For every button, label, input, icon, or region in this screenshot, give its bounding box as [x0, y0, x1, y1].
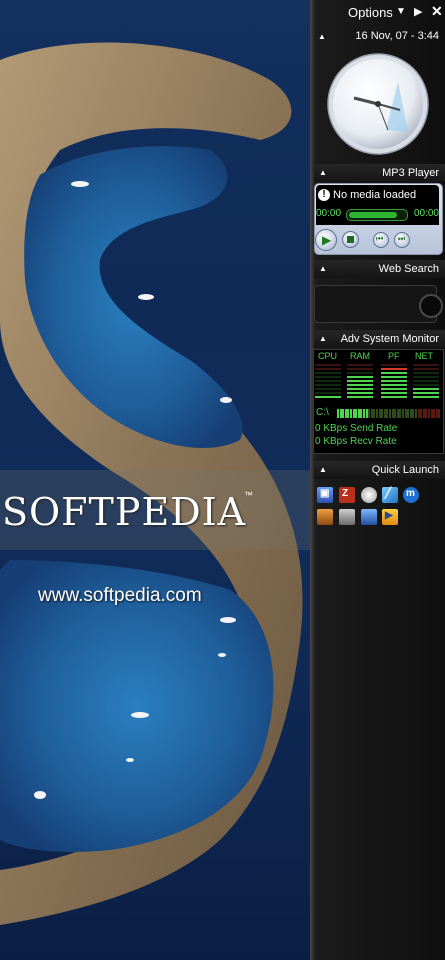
media-player-icon[interactable]: ▶ [382, 509, 398, 525]
my-computer-icon[interactable]: ▣ [317, 487, 333, 503]
net-meter-segment [413, 364, 439, 366]
mp3-collapse-icon[interactable]: ▲ [319, 168, 327, 177]
ram-meter-segment [347, 392, 373, 394]
next-page-icon[interactable]: ▶ [414, 5, 422, 18]
cpu-meter-segment [315, 388, 341, 390]
net-meter-segment [413, 372, 439, 374]
notepad-icon[interactable]: ╱ [382, 487, 398, 503]
ram-meter-segment [347, 368, 373, 370]
media-tool-icon[interactable] [317, 509, 333, 525]
web-search-collapse-icon[interactable]: ▲ [319, 264, 327, 273]
cpu-meter [315, 364, 341, 400]
ram-meter [347, 364, 373, 400]
cpu-meter-segment [315, 392, 341, 394]
pf-meter-segment [381, 372, 407, 374]
sysmon-label-net: NET [415, 351, 433, 361]
net-meter-segment [413, 388, 439, 390]
send-rate: 0 KBps Send Rate [315, 423, 398, 434]
ram-meter-segment [347, 396, 373, 398]
mp3-player-header[interactable]: ▲ MP3 Player [314, 164, 445, 182]
stop-icon [347, 236, 354, 243]
net-meter [413, 364, 439, 400]
net-meter-segment [413, 380, 439, 382]
wallpaper-url-text: www.softpedia.com [38, 585, 202, 606]
net-meter-segment [413, 376, 439, 378]
desktop-wallpaper: SOFTPEDIA ™ www.softpedia.com [0, 0, 310, 960]
pf-meter-segment [381, 364, 407, 366]
clock-collapse-icon[interactable]: ▲ [318, 32, 326, 41]
mp3-seek-fill [349, 212, 397, 218]
sysmon-label-ram: RAM [350, 351, 370, 361]
web-search-header[interactable]: ▲ Web Search [314, 260, 445, 278]
cpu-meter-segment [315, 380, 341, 382]
pf-meter-segment [381, 376, 407, 378]
pf-meter-segment [381, 380, 407, 382]
next-icon: ⏭ [398, 234, 406, 243]
cpu-meter-segment [315, 368, 341, 370]
ram-meter-segment [347, 380, 373, 382]
close-icon[interactable]: ✕ [431, 3, 443, 20]
pf-meter [381, 364, 407, 400]
filezilla-icon[interactable]: Z [339, 487, 355, 503]
previous-icon: ⏮ [376, 234, 384, 243]
desktop-icon[interactable] [361, 509, 377, 525]
drive-usage-bar [438, 409, 441, 418]
sidebar-topbar: Options ▼ ▶ ✕ [314, 0, 445, 24]
cpu-meter-segment [315, 376, 341, 378]
net-meter-segment [413, 396, 439, 398]
ram-meter-segment [347, 384, 373, 386]
mp3-player-title: MP3 Player [382, 167, 439, 179]
stop-button[interactable] [342, 231, 359, 248]
sysmon-header[interactable]: ▲ Adv System Monitor [314, 330, 445, 348]
mp3-seek-bar[interactable] [346, 209, 408, 221]
pf-meter-segment [381, 392, 407, 394]
ram-meter-segment [347, 388, 373, 390]
pf-meter-segment [381, 368, 407, 370]
next-track-button[interactable]: ⏭ [394, 232, 410, 248]
pf-meter-segment [381, 388, 407, 390]
sysmon-title: Adv System Monitor [340, 333, 439, 345]
mp3-time-total: 00:00 [413, 208, 439, 219]
ram-meter-segment [347, 376, 373, 378]
quick-launch-header[interactable]: ▲ Quick Launch [314, 461, 445, 479]
sidebar-edge [310, 0, 314, 960]
pf-meter-segment [381, 396, 407, 398]
previous-track-button[interactable]: ⏮ [373, 232, 389, 248]
pf-meter-segment [381, 384, 407, 386]
search-go-button[interactable] [419, 294, 443, 318]
recv-rate: 0 KBps Recv Rate [315, 436, 397, 447]
cpu-meter-segment [315, 372, 341, 374]
sysmon-label-cpu: CPU [318, 351, 338, 361]
chevron-down-icon[interactable]: ▼ [396, 6, 406, 17]
net-meter-segment [413, 384, 439, 386]
drive-label: C:\ [316, 407, 329, 418]
wallpaper-brand-text: SOFTPEDIA [2, 490, 247, 534]
analog-clock[interactable] [326, 52, 430, 156]
cpu-meter-segment [315, 396, 341, 398]
web-search-title: Web Search [378, 263, 439, 275]
play-icon: ▶ [322, 233, 332, 247]
web-search-input[interactable] [319, 294, 423, 314]
quick-launch-collapse-icon[interactable]: ▲ [319, 465, 327, 474]
quick-launch-title: Quick Launch [371, 464, 439, 476]
wallpaper-trademark: ™ [244, 490, 253, 500]
ram-meter-segment [347, 364, 373, 366]
sysmon-label-pf: PF [388, 351, 400, 361]
net-meter-segment [413, 368, 439, 370]
options-menu[interactable]: Options [348, 5, 393, 20]
cpu-meter-segment [315, 364, 341, 366]
mp3-time-elapsed: 00:00 [316, 208, 342, 219]
play-button[interactable]: ▶ [315, 229, 337, 251]
clock-datetime: 16 Nov, 07 - 3:44 [355, 30, 439, 42]
winamp-icon[interactable] [339, 509, 355, 525]
cd-burner-icon[interactable] [361, 487, 377, 503]
mp3-status-message: No media loaded [333, 189, 417, 201]
net-meter-segment [413, 392, 439, 394]
cpu-meter-segment [315, 384, 341, 386]
ram-meter-segment [347, 372, 373, 374]
maxthon-icon[interactable]: m [403, 487, 419, 503]
info-icon: ! [318, 189, 330, 201]
sysmon-collapse-icon[interactable]: ▲ [319, 334, 327, 343]
